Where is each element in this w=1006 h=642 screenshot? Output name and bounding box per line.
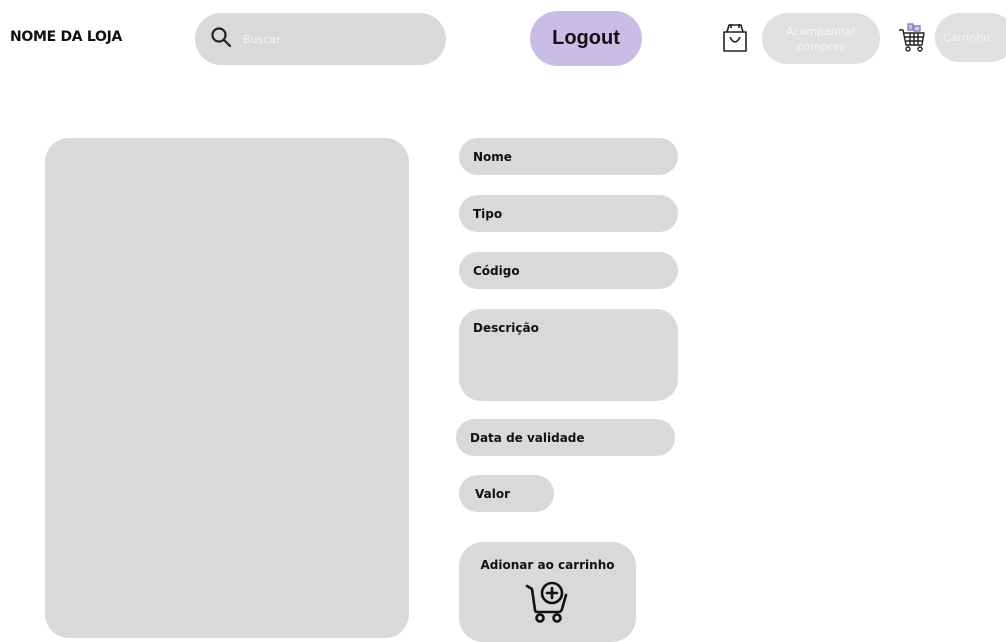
cart-icon[interactable]	[897, 22, 927, 54]
product-type-field[interactable]: Tipo	[459, 195, 678, 232]
search-bar[interactable]	[195, 13, 446, 65]
product-image-placeholder	[45, 138, 409, 638]
expiry-date-field[interactable]: Data de validade	[456, 419, 675, 456]
search-icon	[209, 25, 233, 53]
add-to-cart-label: Adionar ao carrinho	[480, 558, 615, 572]
cart-button[interactable]: Carrinho	[935, 13, 1006, 62]
add-to-cart-button[interactable]: Adionar ao carrinho	[459, 542, 636, 642]
shopping-bag-icon[interactable]	[721, 21, 749, 53]
product-name-field[interactable]: Nome	[459, 138, 678, 175]
price-field[interactable]: Valor	[459, 475, 554, 512]
product-description-field[interactable]: Descrição	[459, 309, 678, 401]
track-orders-button[interactable]: Acompanhar compras	[762, 13, 880, 64]
add-to-cart-icon	[523, 572, 573, 627]
search-input[interactable]	[241, 31, 425, 47]
store-name: NOME DA LOJA	[10, 29, 123, 45]
logout-button[interactable]: Logout	[530, 11, 642, 66]
product-code-field[interactable]: Código	[459, 252, 678, 289]
